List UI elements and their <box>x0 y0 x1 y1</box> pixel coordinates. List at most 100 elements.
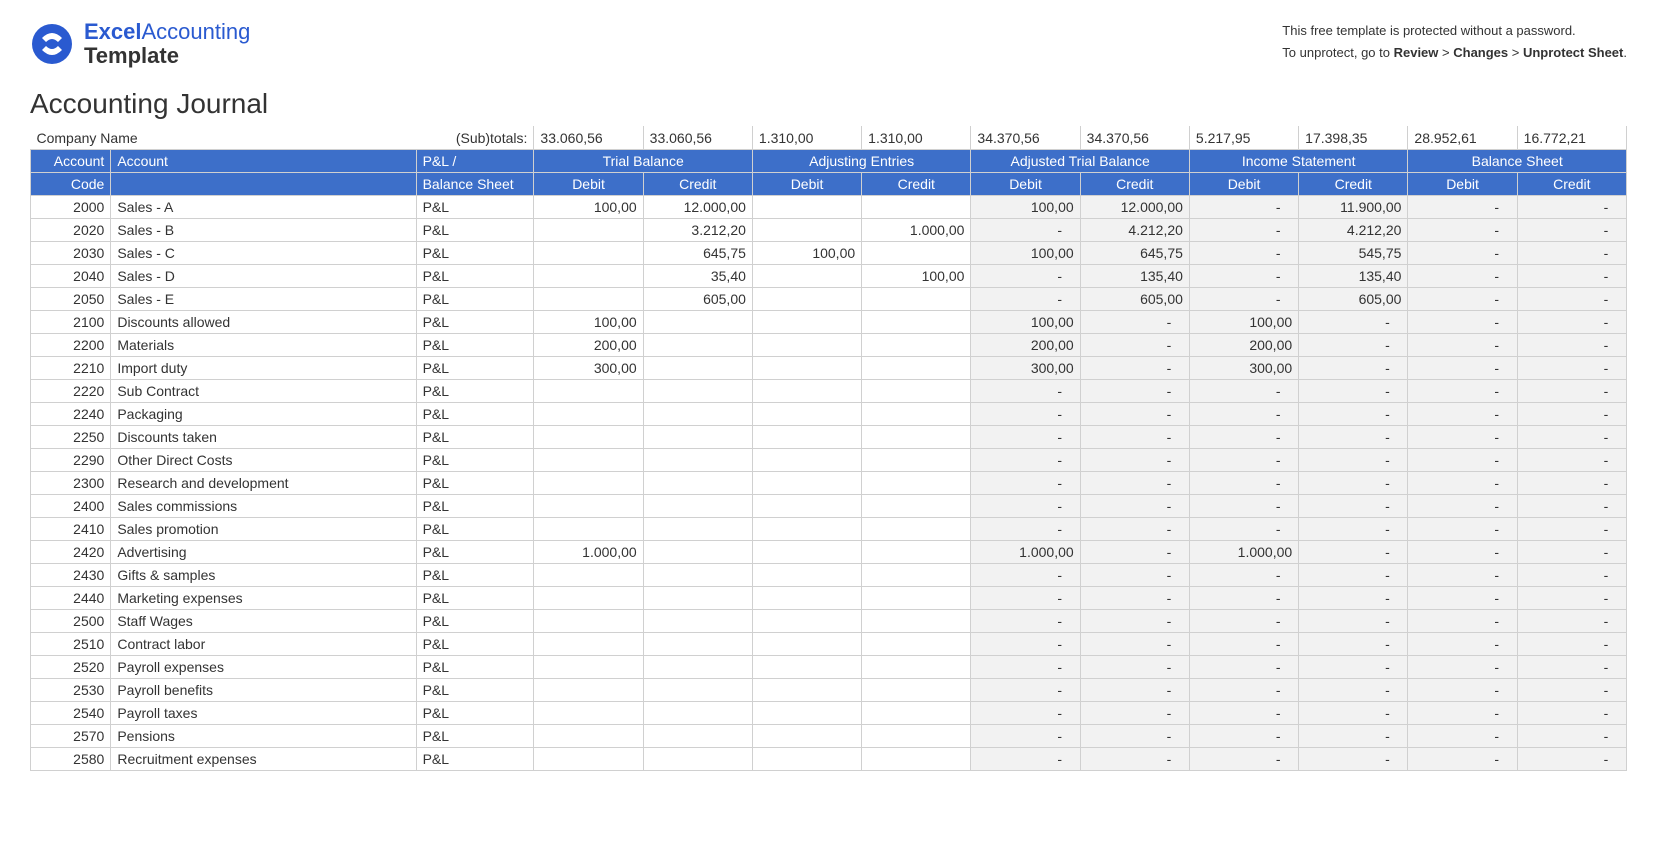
value-cell[interactable] <box>752 701 861 724</box>
value-cell[interactable]: - <box>1080 701 1189 724</box>
value-cell[interactable]: - <box>1189 632 1298 655</box>
value-cell[interactable]: - <box>1517 540 1626 563</box>
value-cell[interactable]: - <box>1189 586 1298 609</box>
account-code[interactable]: 2530 <box>31 678 111 701</box>
value-cell[interactable] <box>534 678 643 701</box>
value-cell[interactable]: - <box>1189 471 1298 494</box>
table-row[interactable]: 2500Staff WagesP&L- - - - - - <box>31 609 1627 632</box>
value-cell[interactable]: 200,00 <box>1189 333 1298 356</box>
value-cell[interactable]: - <box>1517 241 1626 264</box>
value-cell[interactable]: - <box>1408 701 1517 724</box>
table-row[interactable]: 2430Gifts & samplesP&L- - - - - - <box>31 563 1627 586</box>
table-row[interactable]: 2530Payroll benefitsP&L- - - - - - <box>31 678 1627 701</box>
account-code[interactable]: 2020 <box>31 218 111 241</box>
account-type[interactable]: P&L <box>416 609 534 632</box>
value-cell[interactable]: - <box>1408 402 1517 425</box>
account-name[interactable]: Research and development <box>111 471 416 494</box>
value-cell[interactable] <box>643 701 752 724</box>
value-cell[interactable] <box>752 310 861 333</box>
value-cell[interactable] <box>862 402 971 425</box>
value-cell[interactable]: - <box>1299 471 1408 494</box>
value-cell[interactable] <box>643 655 752 678</box>
value-cell[interactable]: - <box>1517 287 1626 310</box>
account-name[interactable]: Payroll benefits <box>111 678 416 701</box>
value-cell[interactable]: 100,00 <box>971 195 1080 218</box>
value-cell[interactable]: - <box>1408 241 1517 264</box>
value-cell[interactable]: - <box>1408 563 1517 586</box>
value-cell[interactable] <box>752 678 861 701</box>
value-cell[interactable]: 100,00 <box>1189 310 1298 333</box>
value-cell[interactable]: - <box>1189 448 1298 471</box>
value-cell[interactable] <box>534 494 643 517</box>
value-cell[interactable] <box>862 356 971 379</box>
value-cell[interactable]: - <box>1080 655 1189 678</box>
account-code[interactable]: 2580 <box>31 747 111 770</box>
value-cell[interactable] <box>643 678 752 701</box>
value-cell[interactable]: - <box>1189 609 1298 632</box>
value-cell[interactable]: 100,00 <box>752 241 861 264</box>
value-cell[interactable]: - <box>1299 563 1408 586</box>
value-cell[interactable]: 100,00 <box>971 310 1080 333</box>
value-cell[interactable] <box>862 195 971 218</box>
value-cell[interactable]: - <box>1408 333 1517 356</box>
value-cell[interactable] <box>534 448 643 471</box>
value-cell[interactable]: - <box>1408 747 1517 770</box>
account-code[interactable]: 2000 <box>31 195 111 218</box>
value-cell[interactable] <box>534 586 643 609</box>
value-cell[interactable] <box>752 609 861 632</box>
account-type[interactable]: P&L <box>416 379 534 402</box>
value-cell[interactable]: 135,40 <box>1080 264 1189 287</box>
value-cell[interactable] <box>534 471 643 494</box>
account-code[interactable]: 2420 <box>31 540 111 563</box>
value-cell[interactable]: - <box>1408 471 1517 494</box>
account-type[interactable]: P&L <box>416 517 534 540</box>
value-cell[interactable]: - <box>971 471 1080 494</box>
value-cell[interactable]: - <box>1517 586 1626 609</box>
value-cell[interactable] <box>862 287 971 310</box>
value-cell[interactable] <box>534 379 643 402</box>
value-cell[interactable]: - <box>1189 517 1298 540</box>
value-cell[interactable]: - <box>1080 471 1189 494</box>
value-cell[interactable]: - <box>1517 264 1626 287</box>
value-cell[interactable] <box>534 425 643 448</box>
value-cell[interactable]: - <box>1408 195 1517 218</box>
value-cell[interactable]: - <box>1080 425 1189 448</box>
value-cell[interactable] <box>752 448 861 471</box>
account-code[interactable]: 2030 <box>31 241 111 264</box>
value-cell[interactable]: - <box>1408 540 1517 563</box>
value-cell[interactable] <box>862 655 971 678</box>
value-cell[interactable]: - <box>1408 310 1517 333</box>
account-type[interactable]: P&L <box>416 494 534 517</box>
value-cell[interactable] <box>862 517 971 540</box>
value-cell[interactable] <box>643 609 752 632</box>
value-cell[interactable]: 300,00 <box>1189 356 1298 379</box>
account-type[interactable]: P&L <box>416 264 534 287</box>
value-cell[interactable]: 605,00 <box>643 287 752 310</box>
account-type[interactable]: P&L <box>416 701 534 724</box>
value-cell[interactable] <box>643 747 752 770</box>
value-cell[interactable]: 605,00 <box>1299 287 1408 310</box>
account-name[interactable]: Sales - D <box>111 264 416 287</box>
value-cell[interactable] <box>862 747 971 770</box>
value-cell[interactable]: - <box>1517 632 1626 655</box>
value-cell[interactable]: - <box>1408 494 1517 517</box>
value-cell[interactable]: 645,75 <box>643 241 752 264</box>
value-cell[interactable] <box>643 563 752 586</box>
value-cell[interactable] <box>534 402 643 425</box>
value-cell[interactable]: - <box>971 655 1080 678</box>
account-type[interactable]: P&L <box>416 218 534 241</box>
value-cell[interactable]: - <box>1299 586 1408 609</box>
value-cell[interactable] <box>643 402 752 425</box>
value-cell[interactable]: - <box>1299 310 1408 333</box>
account-code[interactable]: 2290 <box>31 448 111 471</box>
value-cell[interactable] <box>752 540 861 563</box>
table-row[interactable]: 2050Sales - EP&L605,00- 605,00- 605,00- … <box>31 287 1627 310</box>
account-name[interactable]: Payroll taxes <box>111 701 416 724</box>
value-cell[interactable] <box>862 471 971 494</box>
value-cell[interactable]: - <box>1299 609 1408 632</box>
value-cell[interactable]: 100,00 <box>971 241 1080 264</box>
value-cell[interactable]: - <box>1080 356 1189 379</box>
table-row[interactable]: 2580Recruitment expensesP&L- - - - - - <box>31 747 1627 770</box>
value-cell[interactable]: - <box>1080 402 1189 425</box>
value-cell[interactable] <box>862 586 971 609</box>
